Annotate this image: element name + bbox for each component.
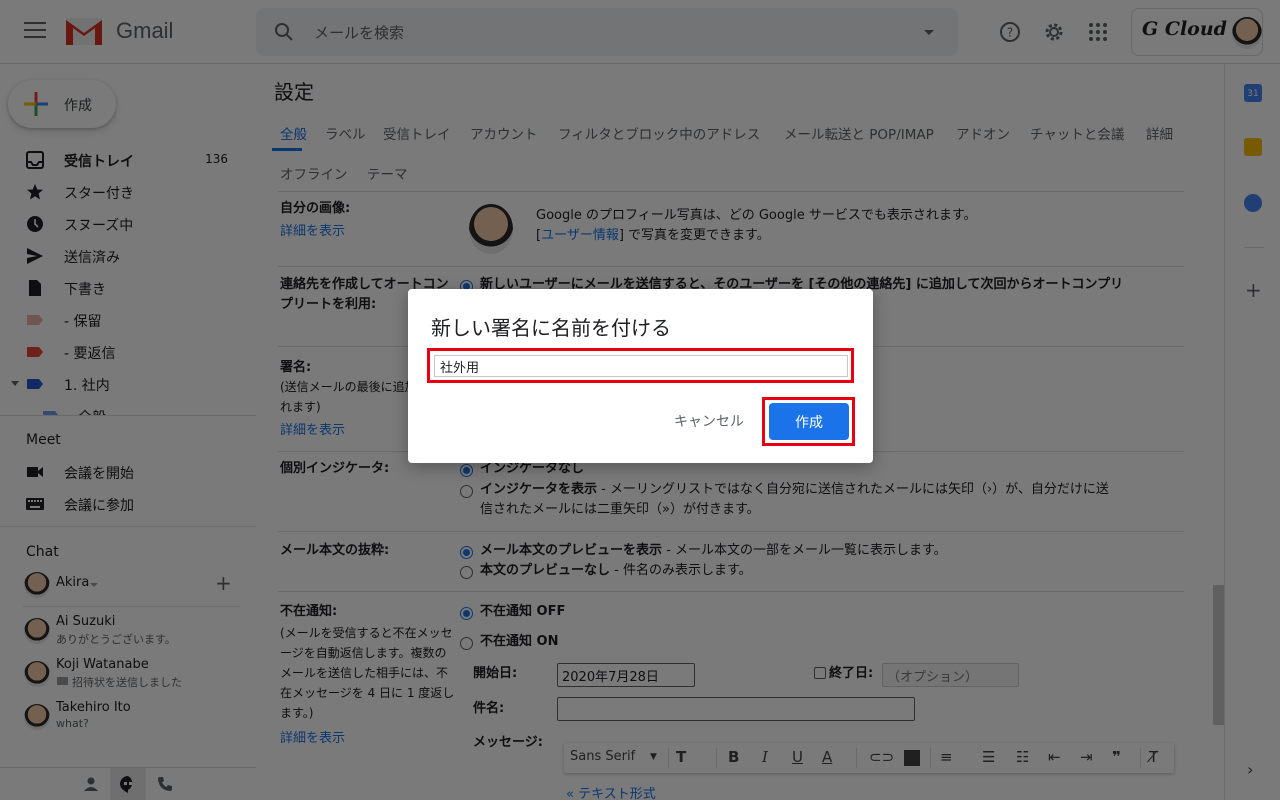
signature-name-input[interactable]: 社外用 bbox=[434, 355, 848, 377]
dialog-title: 新しい署名に名前を付ける bbox=[431, 316, 671, 340]
name-signature-dialog: 新しい署名に名前を付ける 社外用 キャンセル 作成 bbox=[408, 289, 873, 463]
create-button[interactable]: 作成 bbox=[769, 403, 849, 440]
cancel-button[interactable]: キャンセル bbox=[674, 411, 744, 431]
